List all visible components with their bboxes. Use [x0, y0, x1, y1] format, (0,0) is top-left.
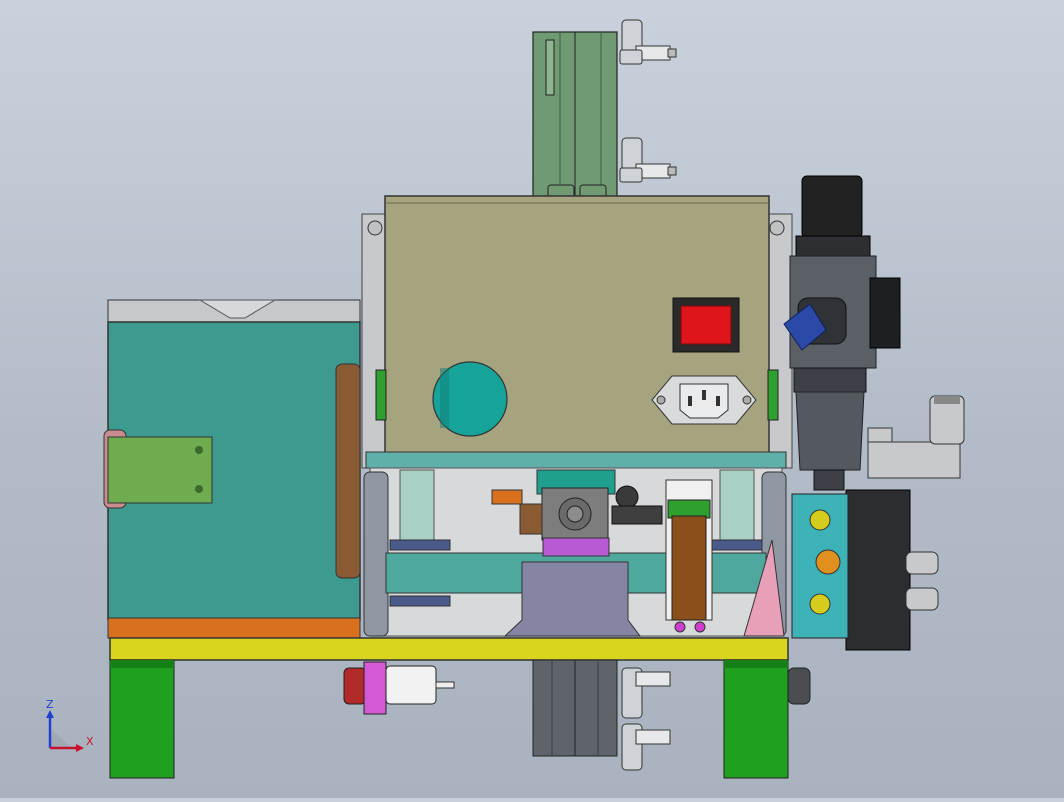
fitting-top-2[interactable]: [619, 137, 677, 183]
valve-manifold: [791, 493, 849, 639]
power-switch[interactable]: [672, 297, 740, 353]
side-latch-right: [767, 369, 779, 421]
pulley: [389, 595, 451, 607]
cam-strip: [519, 503, 543, 535]
guide-post: [719, 469, 755, 551]
pulley: [705, 539, 763, 551]
pulley: [389, 539, 451, 551]
fitting-bottom-1[interactable]: [621, 667, 671, 719]
cam-strip: [491, 489, 523, 505]
z-axis-label: Z: [46, 698, 54, 711]
foot-right: [723, 659, 811, 779]
vertical-cylinder-top[interactable]: [532, 31, 618, 205]
foot-left: [109, 659, 175, 779]
x-axis-label: X: [86, 735, 94, 748]
push-button[interactable]: [343, 661, 455, 715]
vertical-cylinder-bottom[interactable]: [532, 659, 618, 757]
solenoid-valve[interactable]: [845, 395, 965, 651]
side-latch-left: [375, 369, 387, 421]
feed-bracket[interactable]: [665, 479, 713, 633]
fitting-bottom-2[interactable]: [621, 723, 671, 771]
coordinate-triad: Z X: [46, 698, 94, 752]
fitting-top-1[interactable]: [619, 19, 677, 65]
guide-rod-left: [363, 471, 389, 637]
cross-plate: [365, 451, 787, 469]
cad-viewport[interactable]: Z X: [0, 0, 1064, 798]
base-plate: [109, 637, 789, 661]
assembly-drawing: Z X: [46, 19, 965, 779]
mounting-bracket: [103, 429, 213, 509]
power-inlet-socket[interactable]: [651, 375, 757, 425]
viewing-window: [432, 361, 508, 437]
frame-bolt: [769, 220, 785, 236]
guide-post: [399, 469, 435, 551]
frame-bolt: [367, 220, 383, 236]
